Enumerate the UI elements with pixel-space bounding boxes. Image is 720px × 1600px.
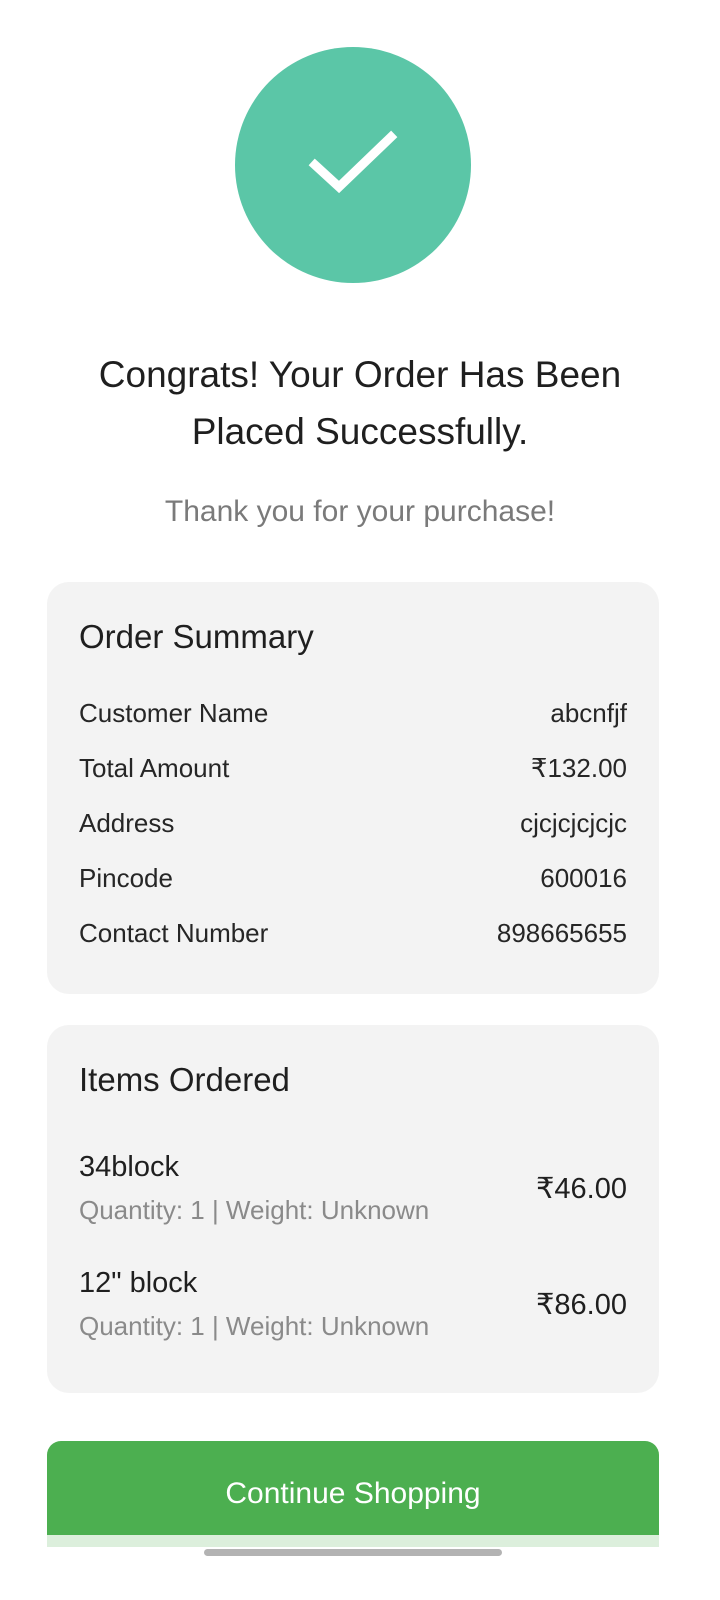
summary-row-contact-number: Contact Number 898665655: [79, 916, 627, 950]
summary-label: Contact Number: [79, 918, 269, 948]
order-success-screen: Congrats! Your Order Has Been Placed Suc…: [0, 0, 720, 1600]
continue-shopping-button[interactable]: Continue Shopping: [47, 1441, 659, 1547]
summary-value: ₹132.00: [530, 753, 627, 783]
list-item: 12" block Quantity: 1 | Weight: Unknown …: [79, 1267, 627, 1347]
item-price: ₹46.00: [535, 1173, 627, 1205]
item-meta: Quantity: 1 | Weight: Unknown: [79, 1311, 430, 1341]
summary-row-customer-name: Customer Name abcnfjf: [79, 696, 627, 730]
summary-value: 600016: [540, 863, 627, 893]
summary-row-pincode: Pincode 600016: [79, 861, 627, 895]
item-price: ₹86.00: [535, 1289, 627, 1321]
summary-label: Pincode: [79, 863, 173, 893]
summary-label: Address: [79, 808, 175, 838]
summary-value: cjcjcjcjcjc: [520, 808, 627, 838]
title-line-2: Placed Successfully.: [191, 411, 529, 452]
item-name: 34block: [79, 1151, 179, 1183]
items-ordered-card: Items Ordered 34block Quantity: 1 | Weig…: [47, 1025, 659, 1393]
check-icon: [308, 130, 398, 194]
items-ordered-title: Items Ordered: [79, 1061, 290, 1098]
summary-row-total-amount: Total Amount ₹132.00: [79, 751, 627, 785]
summary-value: abcnfjf: [550, 698, 627, 728]
item-meta: Quantity: 1 | Weight: Unknown: [79, 1195, 430, 1225]
button-shadow: [47, 1535, 659, 1547]
title-line-1: Congrats! Your Order Has Been: [98, 354, 622, 395]
summary-row-address: Address cjcjcjcjcjc: [79, 806, 627, 840]
page-title: Congrats! Your Order Has Been Placed Suc…: [40, 346, 680, 460]
summary-label: Total Amount: [79, 753, 230, 783]
summary-label: Customer Name: [79, 698, 269, 728]
summary-value: 898665655: [496, 918, 627, 948]
thank-you-text: Thank you for your purchase!: [164, 495, 556, 528]
item-name: 12" block: [79, 1267, 198, 1299]
order-summary-title: Order Summary: [79, 618, 314, 655]
order-summary-card: Order Summary Customer Name abcnfjf Tota…: [47, 582, 659, 994]
success-badge: [235, 47, 471, 283]
home-indicator[interactable]: [204, 1549, 502, 1556]
list-item: 34block Quantity: 1 | Weight: Unknown ₹4…: [79, 1151, 627, 1231]
